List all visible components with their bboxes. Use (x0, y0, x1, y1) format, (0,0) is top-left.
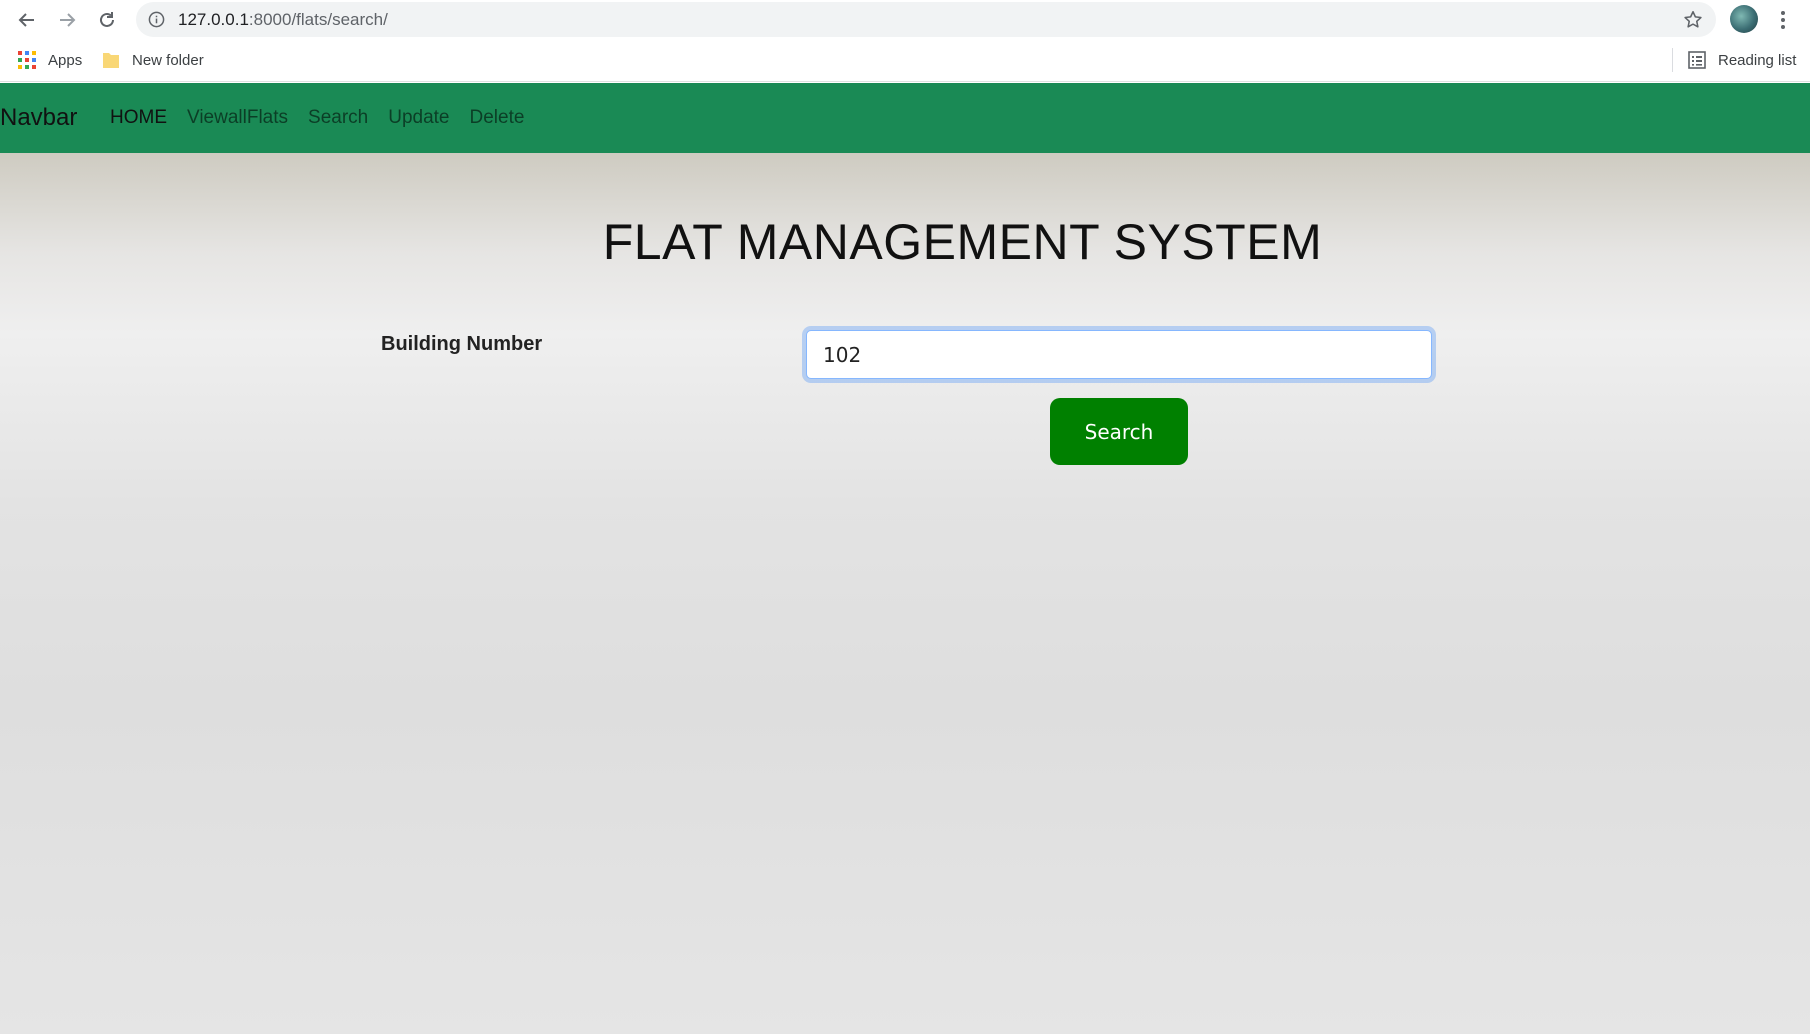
page-content: Navbar HOME ViewallFlats Search Update D… (0, 83, 1810, 1034)
reading-list-icon (1688, 51, 1706, 69)
page-title: FLAT MANAGEMENT SYSTEM (602, 214, 1323, 270)
navbar-links: HOME ViewallFlats Search Update Delete (110, 107, 524, 129)
bookmark-new-folder-label: New folder (132, 51, 204, 69)
bookmark-new-folder[interactable]: New folder (102, 48, 204, 72)
profile-avatar[interactable] (1730, 5, 1758, 33)
bookmark-apps[interactable]: Apps (18, 48, 82, 72)
bookmarks-bar: Apps New folder Reading list (0, 40, 1810, 82)
reload-icon (100, 12, 114, 27)
url-host: 127.0.0.1 (178, 10, 249, 29)
browser-toolbar: 127.0.0.1:8000/flats/search/ (0, 0, 1810, 40)
menu-kebab-icon[interactable] (1774, 8, 1792, 32)
nav-link-viewallflats[interactable]: ViewallFlats (187, 107, 288, 129)
forward-button[interactable] (53, 6, 81, 34)
site-navbar: Navbar HOME ViewallFlats Search Update D… (0, 83, 1810, 153)
reading-list-button[interactable]: Reading list (1688, 48, 1796, 72)
nav-link-update[interactable]: Update (388, 107, 449, 129)
nav-link-search[interactable]: Search (308, 107, 368, 129)
search-button[interactable]: Search (1050, 398, 1188, 465)
bookmark-star-icon[interactable] (1682, 9, 1704, 31)
apps-grid-icon (18, 51, 36, 69)
back-arrow-icon (18, 13, 34, 27)
url-text[interactable]: 127.0.0.1:8000/flats/search/ (178, 10, 388, 30)
building-number-label: Building Number (381, 333, 543, 355)
url-path: :8000/flats/search/ (248, 10, 388, 29)
nav-link-home[interactable]: HOME (110, 107, 167, 129)
address-bar[interactable]: 127.0.0.1:8000/flats/search/ (136, 2, 1716, 37)
back-button[interactable] (13, 6, 41, 34)
building-number-input[interactable] (806, 330, 1432, 379)
folder-icon (103, 53, 119, 68)
bookmark-apps-label: Apps (48, 51, 83, 69)
info-icon[interactable] (148, 11, 165, 28)
forward-arrow-icon (60, 13, 76, 27)
navbar-brand[interactable]: Navbar (0, 104, 77, 132)
bookmarks-divider (1672, 48, 1673, 72)
reload-button[interactable] (93, 6, 121, 34)
nav-link-delete[interactable]: Delete (470, 107, 525, 129)
reading-list-label: Reading list (1718, 51, 1797, 69)
